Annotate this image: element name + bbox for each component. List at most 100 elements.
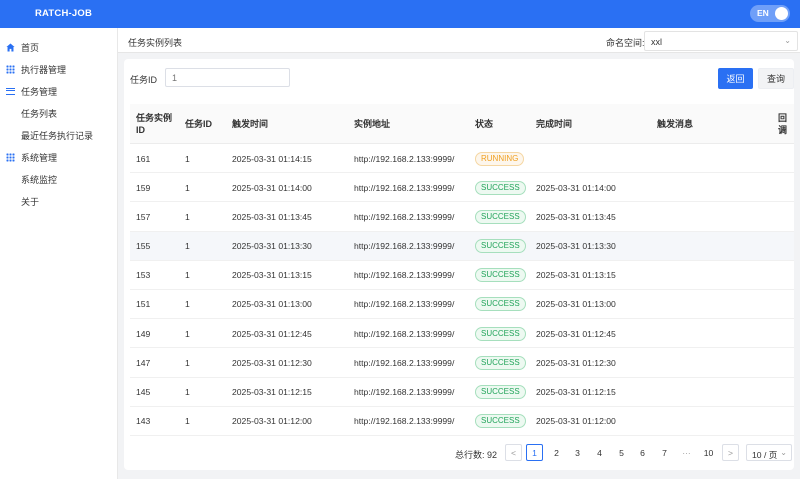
address-cell: http://192.168.2.133:9999/	[354, 270, 455, 281]
sidebar-item-label: 任务列表	[21, 108, 58, 119]
list-icon	[6, 87, 15, 95]
table-row[interactable]: 161 1 2025-03-31 01:14:15 http://192.168.2.…	[130, 144, 794, 174]
column-header: 完成时间	[536, 119, 573, 129]
column-header: 触发消息	[657, 119, 694, 129]
total-count: 总行数: 92	[455, 450, 498, 460]
table-row[interactable]: 151 1 2025-03-31 01:13:00 http://192.168.2.…	[130, 290, 794, 320]
table-row[interactable]: 159 1 2025-03-31 01:14:00 http://192.168.2.…	[130, 173, 794, 203]
grid-icon	[6, 64, 15, 74]
status-cell: SUCCESS	[475, 232, 526, 261]
page-header: 任务实例列表 命名空间: xxl ⌄	[118, 28, 800, 53]
page-size-value: 10 / 页	[752, 450, 778, 460]
instance-id-cell: 143	[136, 416, 151, 427]
sidebar-item-label: 系统管理	[21, 152, 58, 163]
status-badge: SUCCESS	[475, 239, 526, 254]
task-id-cell: 1	[185, 211, 190, 222]
table-row[interactable]: 155 1 2025-03-31 01:13:30 http://192.168.2.…	[130, 231, 794, 261]
trigger-time-cell: 2025-03-31 01:13:30	[232, 241, 312, 252]
prev-page-button[interactable]: <	[505, 444, 522, 461]
sidebar-item-system-management[interactable]: 系统管理	[0, 148, 118, 166]
page-2-button[interactable]: 2	[548, 444, 565, 461]
page-6-button[interactable]: 6	[634, 444, 651, 461]
table-row[interactable]: 153 1 2025-03-31 01:13:15 http://192.168.2.…	[130, 261, 794, 290]
namespace-value: xxl	[651, 37, 662, 47]
table-row[interactable]: 145 1 2025-03-31 01:12:15 http://192.168.2.…	[130, 378, 794, 407]
page-7-button[interactable]: 7	[656, 444, 673, 461]
task-id-input[interactable]	[165, 68, 290, 87]
sidebar-item-system-monitor[interactable]: 系统监控	[0, 170, 118, 188]
address-cell: http://192.168.2.133:9999/	[354, 328, 455, 339]
sidebar-item-recent-records[interactable]: 最近任务执行记录	[0, 126, 118, 144]
task-id-cell: 1	[185, 153, 190, 164]
app-logo: RATCH-JOB	[35, 8, 93, 19]
chevron-down-icon: ⌄	[780, 448, 787, 457]
column-header: 任务ID	[185, 119, 213, 129]
home-icon	[6, 42, 15, 52]
trigger-time-cell: 2025-03-31 01:13:00	[232, 299, 312, 310]
address-cell: http://192.168.2.133:9999/	[354, 416, 455, 427]
status-cell: SUCCESS	[475, 290, 526, 319]
table-row[interactable]: 143 1 2025-03-31 01:12:00 http://192.168.2.…	[130, 407, 794, 436]
table-row[interactable]: 149 1 2025-03-31 01:12:45 http://192.168.2.…	[130, 319, 794, 349]
sidebar-item-executor[interactable]: 执行器管理	[0, 60, 118, 78]
page-10-button[interactable]: 10	[700, 444, 717, 461]
page-1-button[interactable]: 1	[526, 444, 543, 461]
sidebar: 首页 执行器管理 任务管理 任务列表 最近任务执行记录 系统管理 系统监控 关于	[0, 28, 118, 479]
trigger-time-cell: 2025-03-31 01:12:15	[232, 387, 312, 397]
trigger-time-cell: 2025-03-31 01:14:15	[232, 153, 312, 164]
language-toggle[interactable]: EN	[750, 5, 790, 22]
table-row[interactable]: 147 1 2025-03-31 01:12:30 http://192.168.2.…	[130, 348, 794, 378]
sidebar-item-label: 执行器管理	[21, 64, 67, 75]
trigger-time-cell: 2025-03-31 01:12:45	[232, 328, 312, 339]
ellipsis[interactable]: ···	[678, 444, 695, 461]
toggle-knob	[775, 7, 788, 20]
status-badge: SUCCESS	[475, 326, 526, 341]
table-header: 任务实例ID 任务ID 触发时间 实例地址 状态 完成时间 触发消息 回调	[130, 104, 794, 144]
status-badge: SUCCESS	[475, 268, 526, 283]
page-3-button[interactable]: 3	[569, 444, 586, 461]
status-badge: RUNNING	[475, 151, 525, 166]
page-title: 任务实例列表	[128, 38, 183, 48]
namespace-select[interactable]: xxl ⌄	[644, 31, 798, 51]
instance-id-cell: 153	[136, 270, 151, 281]
instance-id-cell: 157	[136, 211, 151, 222]
instance-table: 任务实例ID 任务ID 触发时间 实例地址 状态 完成时间 触发消息 回调 16…	[130, 104, 794, 436]
query-button[interactable]: 查询	[758, 68, 794, 89]
column-header: 实例地址	[354, 119, 391, 129]
status-cell: RUNNING	[475, 144, 525, 173]
address-cell: http://192.168.2.133:9999/	[354, 182, 455, 193]
finish-time-cell: 2025-03-31 01:13:45	[536, 211, 616, 222]
status-cell: SUCCESS	[475, 378, 526, 407]
instance-id-cell: 161	[136, 153, 151, 164]
sidebar-item-about[interactable]: 关于	[0, 192, 118, 210]
sidebar-item-label: 最近任务执行记录	[21, 130, 94, 141]
back-button[interactable]: 返回	[718, 68, 753, 89]
status-cell: SUCCESS	[475, 319, 526, 348]
task-id-cell: 1	[185, 357, 190, 368]
trigger-time-cell: 2025-03-31 01:14:00	[232, 182, 312, 193]
page-size-select[interactable]: 10 / 页 ⌄	[746, 444, 792, 461]
instance-id-cell: 147	[136, 357, 151, 368]
sidebar-item-home[interactable]: 首页	[0, 38, 118, 56]
sidebar-item-label: 任务管理	[21, 86, 58, 97]
task-id-cell: 1	[185, 241, 190, 252]
status-badge: SUCCESS	[475, 180, 526, 195]
page-5-button[interactable]: 5	[613, 444, 630, 461]
table-row[interactable]: 157 1 2025-03-31 01:13:45 http://192.168.2.…	[130, 202, 794, 232]
next-page-button[interactable]: >	[722, 444, 739, 461]
table-body: 161 1 2025-03-31 01:14:15 http://192.168.2.…	[130, 144, 794, 436]
sidebar-item-task-management[interactable]: 任务管理	[0, 82, 118, 100]
instance-id-cell: 159	[136, 182, 151, 193]
sidebar-item-label: 关于	[21, 196, 40, 207]
task-id-cell: 1	[185, 416, 190, 427]
task-id-cell: 1	[185, 182, 190, 193]
column-header: 状态	[475, 119, 494, 129]
trigger-time-cell: 2025-03-31 01:13:45	[232, 211, 312, 222]
status-cell: SUCCESS	[475, 173, 526, 202]
instance-id-cell: 155	[136, 241, 151, 252]
task-id-cell: 1	[185, 270, 190, 281]
task-id-cell: 1	[185, 328, 190, 339]
page-4-button[interactable]: 4	[591, 444, 608, 461]
address-cell: http://192.168.2.133:9999/	[354, 153, 455, 164]
sidebar-item-task-list[interactable]: 任务列表	[0, 104, 118, 122]
